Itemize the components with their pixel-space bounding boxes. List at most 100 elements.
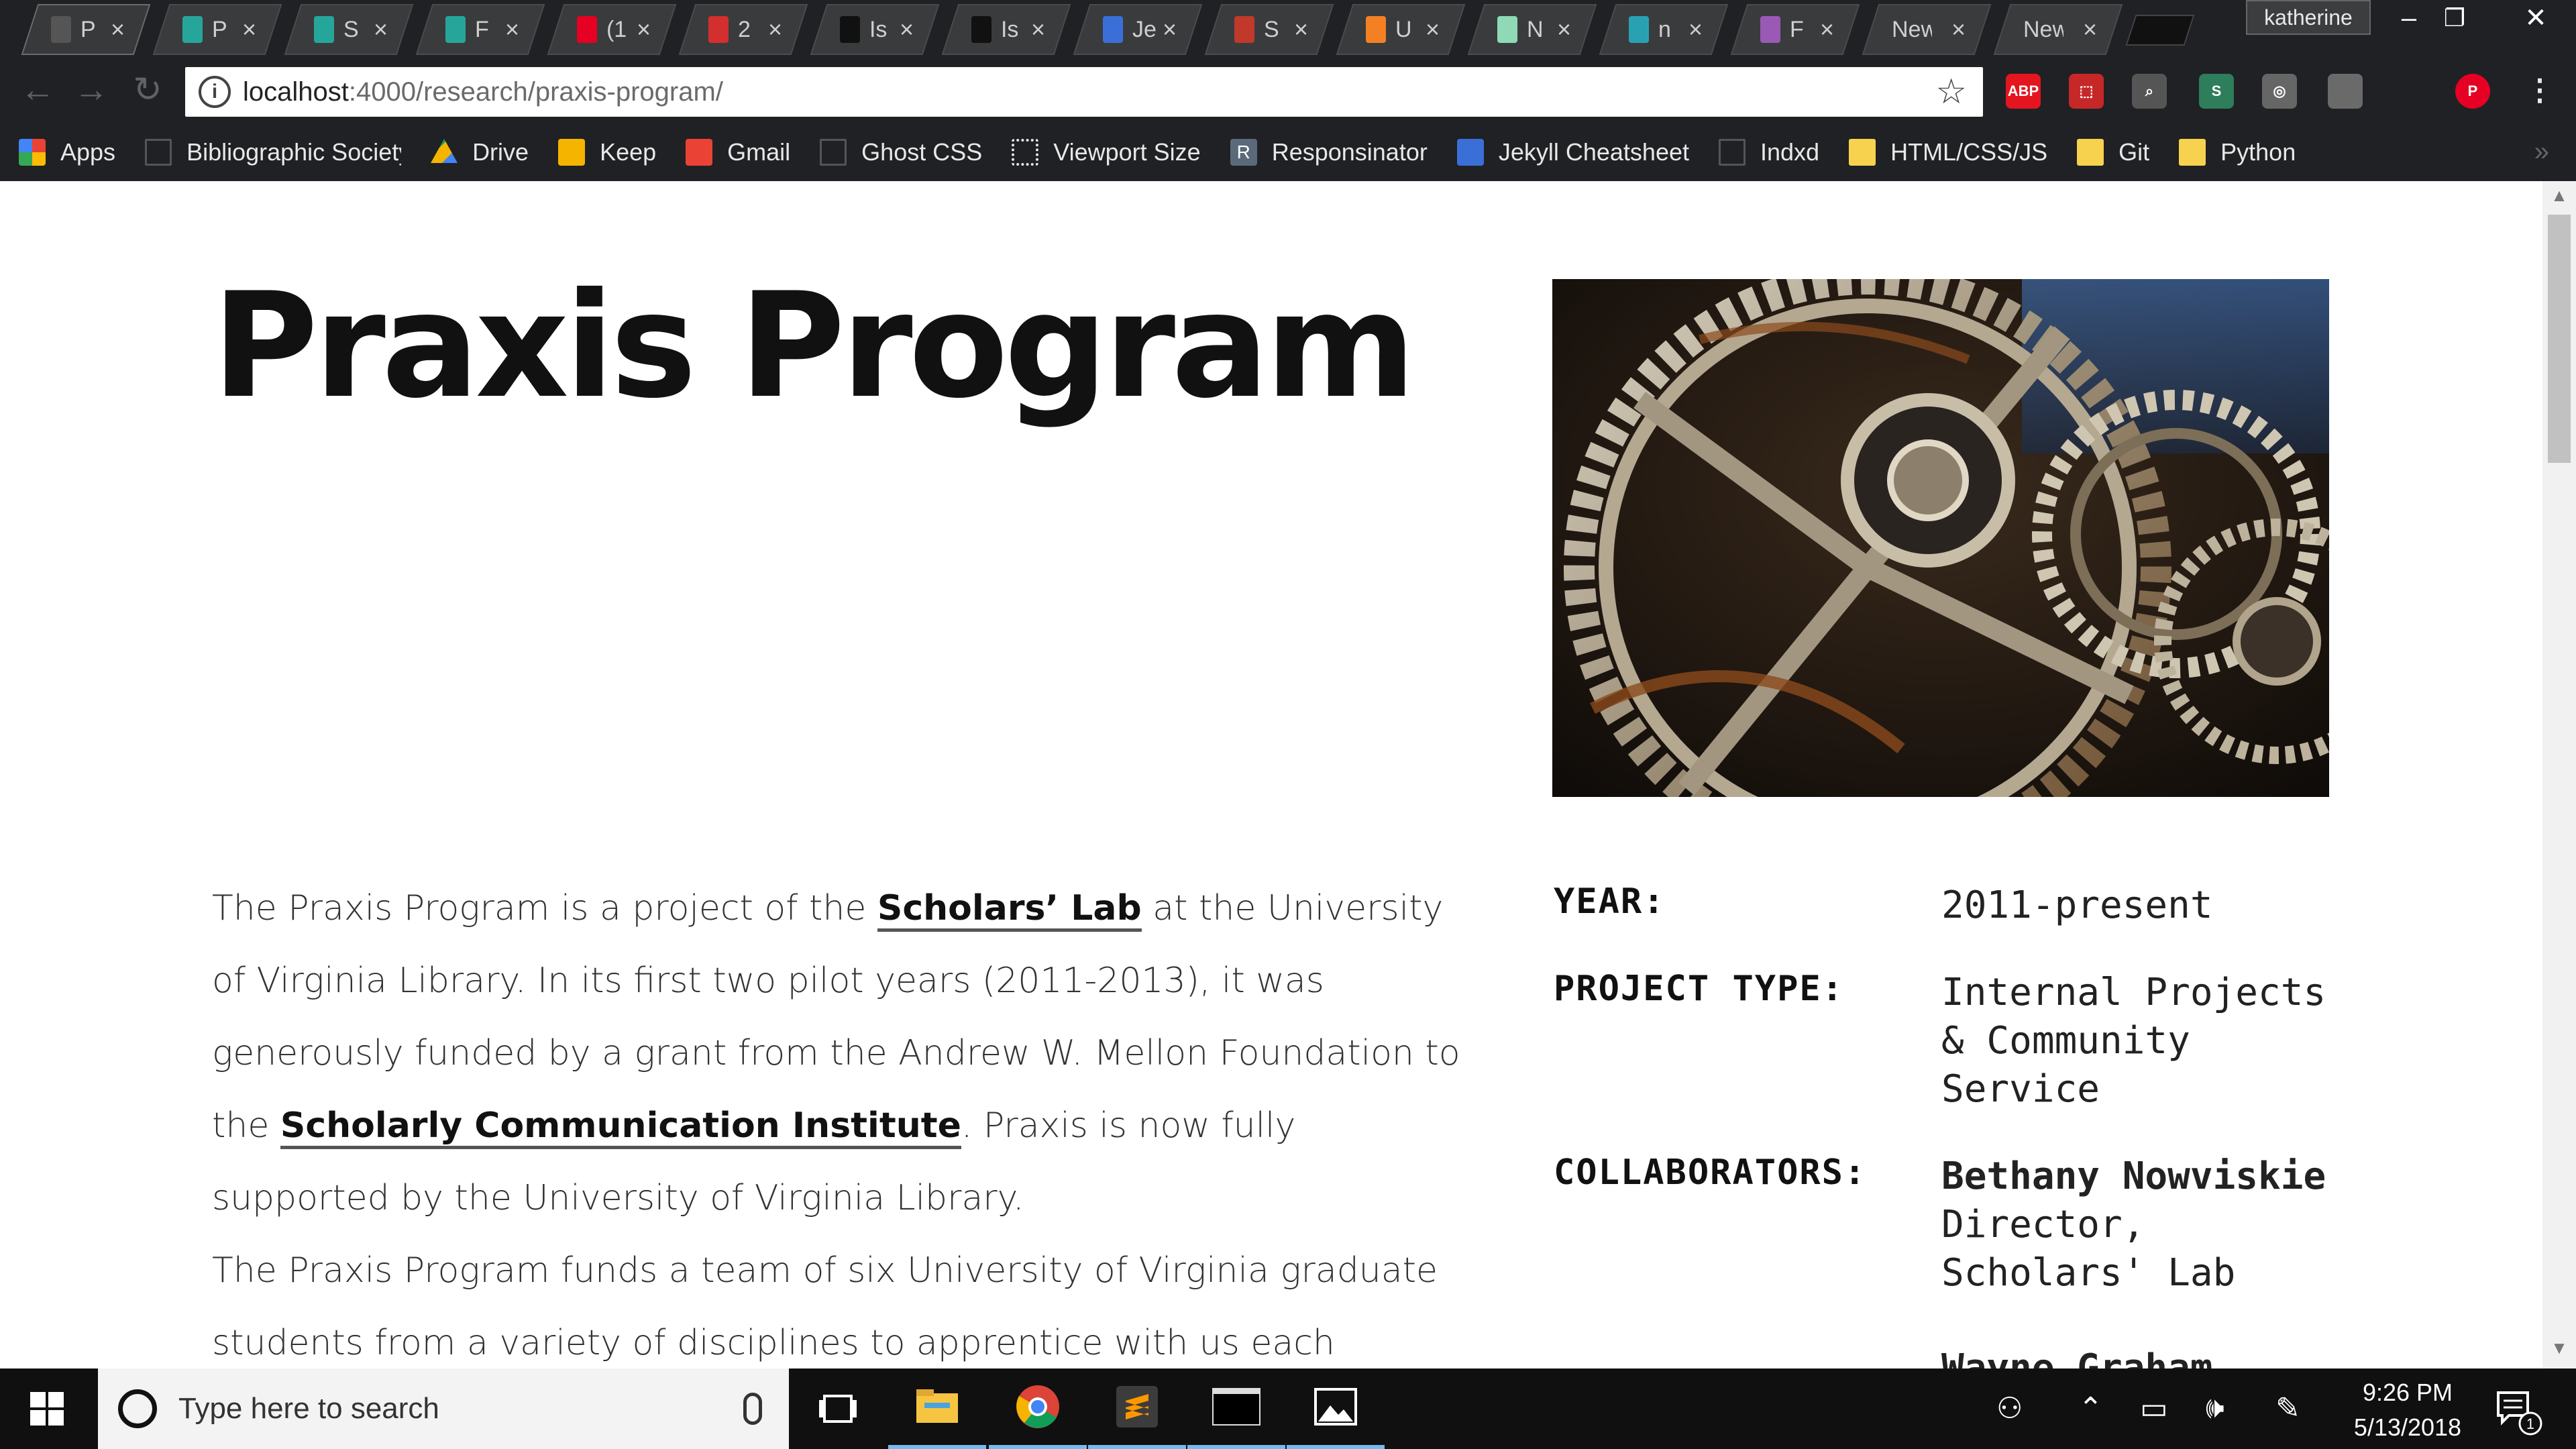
reload-icon: ↻ xyxy=(133,70,162,109)
bookmark-item[interactable]: Viewport Size xyxy=(1012,138,1201,166)
bookmark-item[interactable]: Bibliographic Society xyxy=(145,138,401,166)
reload-button[interactable]: ↻ xyxy=(127,70,168,110)
browser-tab[interactable]: Is × xyxy=(809,4,941,55)
tab-close-icon[interactable]: × xyxy=(1688,15,1703,44)
tab-close-icon[interactable]: × xyxy=(1426,15,1440,44)
browser-tab[interactable]: P × xyxy=(20,4,152,55)
scroll-up-arrow-icon[interactable]: ▲ xyxy=(2542,185,2576,212)
chrome-icon[interactable] xyxy=(989,1368,1087,1449)
address-url[interactable]: localhost:4000/research/praxis-program/ xyxy=(243,77,723,107)
page-icon xyxy=(145,139,172,166)
tab-title: U xyxy=(1395,16,1412,42)
tab-close-icon[interactable]: × xyxy=(242,15,256,44)
scholars-lab-link[interactable]: Scholars’ Lab xyxy=(877,888,1142,932)
terminal-icon[interactable] xyxy=(1187,1368,1285,1449)
page-scrollbar[interactable]: ▲ ▼ xyxy=(2542,181,2576,1368)
bookmark-item[interactable]: Keep xyxy=(558,138,656,166)
browser-tab[interactable]: 2 × xyxy=(678,4,809,55)
lightbulb-icon[interactable]: ◎ xyxy=(2262,74,2297,109)
blue-eye-icon xyxy=(1103,16,1123,43)
browser-tab[interactable]: S × xyxy=(1203,4,1335,55)
bookmark-item[interactable]: Python xyxy=(2179,138,2296,166)
battery-icon[interactable]: ▭ xyxy=(2140,1391,2168,1426)
tab-title: S xyxy=(343,16,359,42)
browser-tab[interactable]: New × xyxy=(1861,4,1992,55)
pdf-icon[interactable]: ⬚ xyxy=(2069,74,2104,109)
minimize-button[interactable]: – xyxy=(2384,0,2434,36)
profile-button[interactable]: katherine xyxy=(2246,0,2371,35)
file-explorer-icon[interactable] xyxy=(888,1368,986,1449)
volume-icon[interactable]: 🕪 xyxy=(2206,1391,2224,1425)
tab-close-icon[interactable]: × xyxy=(1951,15,1966,44)
sci-link[interactable]: Scholarly Communication Institute xyxy=(280,1106,961,1149)
address-bar[interactable]: i localhost:4000/research/praxis-program… xyxy=(185,67,1983,117)
pen-icon[interactable]: ✎ xyxy=(2275,1391,2300,1426)
adblock-icon[interactable]: ABP xyxy=(2006,74,2041,109)
task-view-icon[interactable] xyxy=(789,1368,887,1449)
browser-tab[interactable]: U × xyxy=(1335,4,1466,55)
tab-close-icon[interactable]: × xyxy=(1820,15,1834,44)
tab-close-icon[interactable]: × xyxy=(2083,15,2097,44)
back-button[interactable]: ← xyxy=(17,70,58,110)
browser-tab[interactable]: P × xyxy=(152,4,283,55)
bookmark-item[interactable]: Drive xyxy=(431,138,529,166)
pinterest-icon[interactable]: P xyxy=(2455,74,2490,109)
bookmark-item[interactable]: HTML/CSS/JS xyxy=(1849,138,2047,166)
drive-icon xyxy=(431,139,458,163)
tab-close-icon[interactable]: × xyxy=(374,15,388,44)
browser-tab[interactable]: Je × xyxy=(1072,4,1203,55)
photos-icon[interactable] xyxy=(1287,1368,1385,1449)
tab-close-icon[interactable]: × xyxy=(1031,15,1045,44)
bookmarks-overflow-icon[interactable]: » xyxy=(2534,137,2549,167)
browser-tab[interactable]: N × xyxy=(1466,4,1598,55)
tab-close-icon[interactable]: × xyxy=(1557,15,1571,44)
gears-illustration xyxy=(1552,279,2329,797)
tab-close-icon[interactable]: × xyxy=(1294,15,1308,44)
tab-close-icon[interactable]: × xyxy=(637,15,651,44)
notification-center-icon[interactable]: 1 xyxy=(2489,1383,2542,1437)
browser-tab[interactable]: F × xyxy=(1729,4,1861,55)
start-button[interactable] xyxy=(0,1368,94,1449)
sublime-text-icon[interactable] xyxy=(1088,1368,1186,1449)
browser-tab[interactable]: n × xyxy=(1598,4,1729,55)
bookmark-item[interactable]: R Responsinator xyxy=(1230,138,1428,166)
tab-title: F xyxy=(1789,16,1804,42)
browser-tab[interactable]: New × xyxy=(1992,4,2124,55)
scrollbar-thumb[interactable] xyxy=(2548,215,2571,463)
forward-button[interactable]: → xyxy=(71,70,111,110)
github-icon xyxy=(971,16,991,43)
tab-close-icon[interactable]: × xyxy=(768,15,782,44)
inspect-icon[interactable]: ⌕ xyxy=(2132,74,2167,109)
tab-title: 2 xyxy=(737,16,751,42)
bookmark-item[interactable]: Apps xyxy=(19,138,115,166)
browser-tab[interactable]: (1 × xyxy=(546,4,678,55)
menu-icon[interactable]: ⋮ xyxy=(2520,70,2560,110)
microphone-icon[interactable] xyxy=(743,1393,762,1425)
info-icon[interactable]: i xyxy=(199,76,231,108)
new-tab-button[interactable] xyxy=(2125,15,2195,46)
browser-tab[interactable]: F × xyxy=(415,4,546,55)
browser-tab[interactable]: Is × xyxy=(941,4,1072,55)
bookmark-star-icon[interactable]: ☆ xyxy=(1935,72,1967,112)
browser-toolbar: ← → ↻ i localhost:4000/research/praxis-p… xyxy=(0,59,2576,123)
tab-close-icon[interactable]: × xyxy=(900,15,914,44)
bookmark-item[interactable]: Ghost CSS xyxy=(820,138,982,166)
browser-tab[interactable]: S × xyxy=(283,4,415,55)
bookmark-item[interactable]: Indxd xyxy=(1719,138,1819,166)
bookmark-item[interactable]: Gmail xyxy=(686,138,790,166)
taskbar-clock[interactable]: 9:26 PM 5/13/2018 xyxy=(2330,1375,2485,1445)
bookmark-item[interactable]: Git xyxy=(2077,138,2149,166)
people-icon[interactable]: ⚇ xyxy=(1996,1391,2023,1426)
tray-chevron-icon[interactable]: ⌃ xyxy=(2078,1391,2103,1426)
tab-close-icon[interactable]: × xyxy=(1163,15,1177,44)
s-extension-icon[interactable]: S xyxy=(2199,74,2234,109)
tab-close-icon[interactable]: × xyxy=(505,15,519,44)
scroll-down-arrow-icon[interactable]: ▼ xyxy=(2542,1338,2576,1364)
bookmark-item[interactable]: Jekyll Cheatsheet xyxy=(1456,138,1689,166)
bookmark-label: Gmail xyxy=(727,138,791,166)
taskbar-search[interactable]: Type here to search xyxy=(98,1368,789,1449)
restore-button[interactable]: ❐ xyxy=(2430,0,2479,36)
tab-close-icon[interactable]: × xyxy=(111,15,125,44)
grey-square-icon[interactable] xyxy=(2328,74,2363,109)
window-close-button[interactable]: ✕ xyxy=(2502,0,2569,36)
